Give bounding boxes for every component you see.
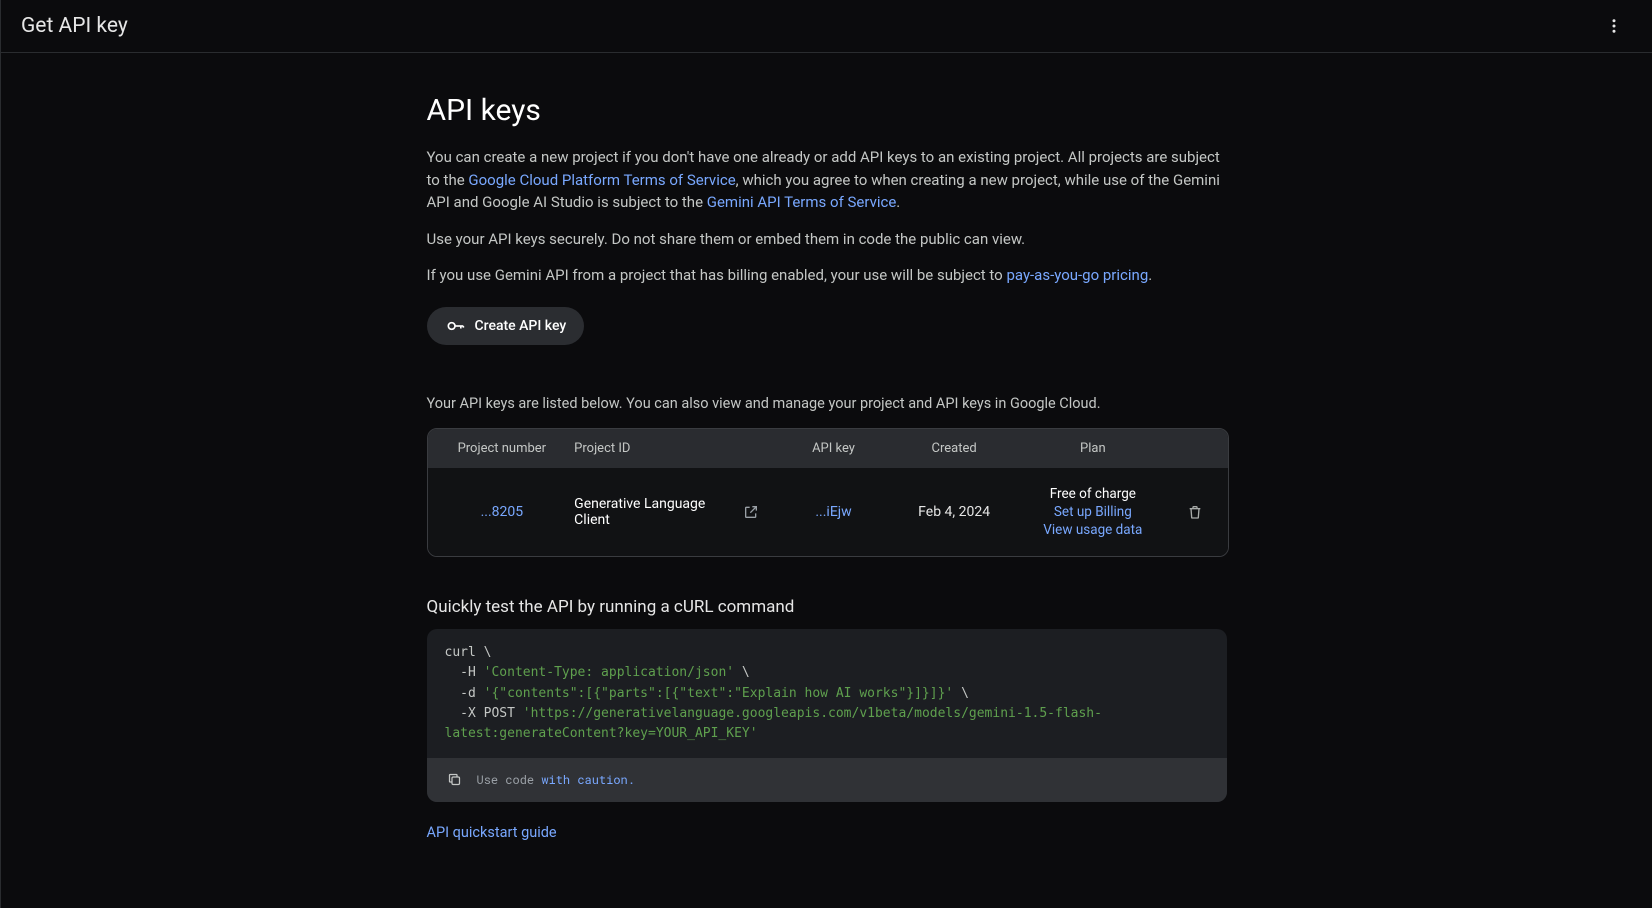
open-project-button[interactable] <box>737 498 765 526</box>
create-api-key-label: Create API key <box>475 318 567 334</box>
curl-heading: Quickly test the API by running a cURL c… <box>427 597 1227 617</box>
col-plan: Plan <box>1014 441 1171 456</box>
code-footer: Use code with caution. <box>427 758 1227 802</box>
page-title: API keys <box>427 93 1227 128</box>
code-footer-text: Use code with caution. <box>477 772 635 788</box>
more-vert-icon <box>1605 17 1623 35</box>
main-content: API keys You can create a new project if… <box>407 53 1247 901</box>
intro-text-3: . <box>896 193 900 211</box>
copy-code-button[interactable] <box>443 768 467 792</box>
created-cell: Feb 4, 2024 <box>894 504 1015 520</box>
setup-billing-link[interactable]: Set up Billing <box>1054 504 1132 520</box>
plan-cell: Free of charge Set up Billing View usage… <box>1014 486 1171 538</box>
col-created: Created <box>894 441 1015 456</box>
payg-pricing-link[interactable]: pay-as-you-go pricing <box>1006 266 1148 284</box>
open-in-new-icon <box>743 504 759 520</box>
key-icon <box>445 316 465 336</box>
api-quickstart-link[interactable]: API quickstart guide <box>427 824 557 841</box>
gcp-tos-link[interactable]: Google Cloud Platform Terms of Service <box>468 171 735 189</box>
billing-text-1: If you use Gemini API from a project tha… <box>427 266 1007 284</box>
api-key-link[interactable]: ...iEjw <box>815 504 851 520</box>
create-api-key-button[interactable]: Create API key <box>427 307 585 345</box>
caution-link[interactable]: with caution. <box>541 772 635 788</box>
table-header: Project number Project ID API key Create… <box>428 429 1228 468</box>
view-usage-link[interactable]: View usage data <box>1043 522 1142 538</box>
project-number-link[interactable]: ...8205 <box>481 504 524 520</box>
table-row: ...8205 Generative Language Client ...iE… <box>428 468 1228 556</box>
security-note: Use your API keys securely. Do not share… <box>427 228 1227 251</box>
list-intro: Your API keys are listed below. You can … <box>427 393 1227 415</box>
plan-free-label: Free of charge <box>1050 486 1136 502</box>
curl-codebox: curl \ -H 'Content-Type: application/jso… <box>427 629 1227 802</box>
billing-text-2: . <box>1148 266 1152 284</box>
delete-key-button[interactable] <box>1180 497 1210 527</box>
header-title: Get API key <box>21 14 128 38</box>
project-id-cell: Generative Language Client <box>568 496 737 528</box>
col-api-key: API key <box>773 441 894 456</box>
app-header: Get API key <box>1 0 1652 53</box>
billing-paragraph: If you use Gemini API from a project tha… <box>427 264 1227 287</box>
trash-icon <box>1187 504 1203 520</box>
col-project-id: Project ID <box>568 441 737 456</box>
curl-code: curl \ -H 'Content-Type: application/jso… <box>427 629 1227 758</box>
intro-paragraph: You can create a new project if you don'… <box>427 146 1227 214</box>
more-options-button[interactable] <box>1596 8 1632 44</box>
col-project-number: Project number <box>436 441 569 456</box>
api-keys-table: Project number Project ID API key Create… <box>427 428 1229 557</box>
copy-icon <box>447 772 462 787</box>
gemini-tos-link[interactable]: Gemini API Terms of Service <box>707 193 897 211</box>
